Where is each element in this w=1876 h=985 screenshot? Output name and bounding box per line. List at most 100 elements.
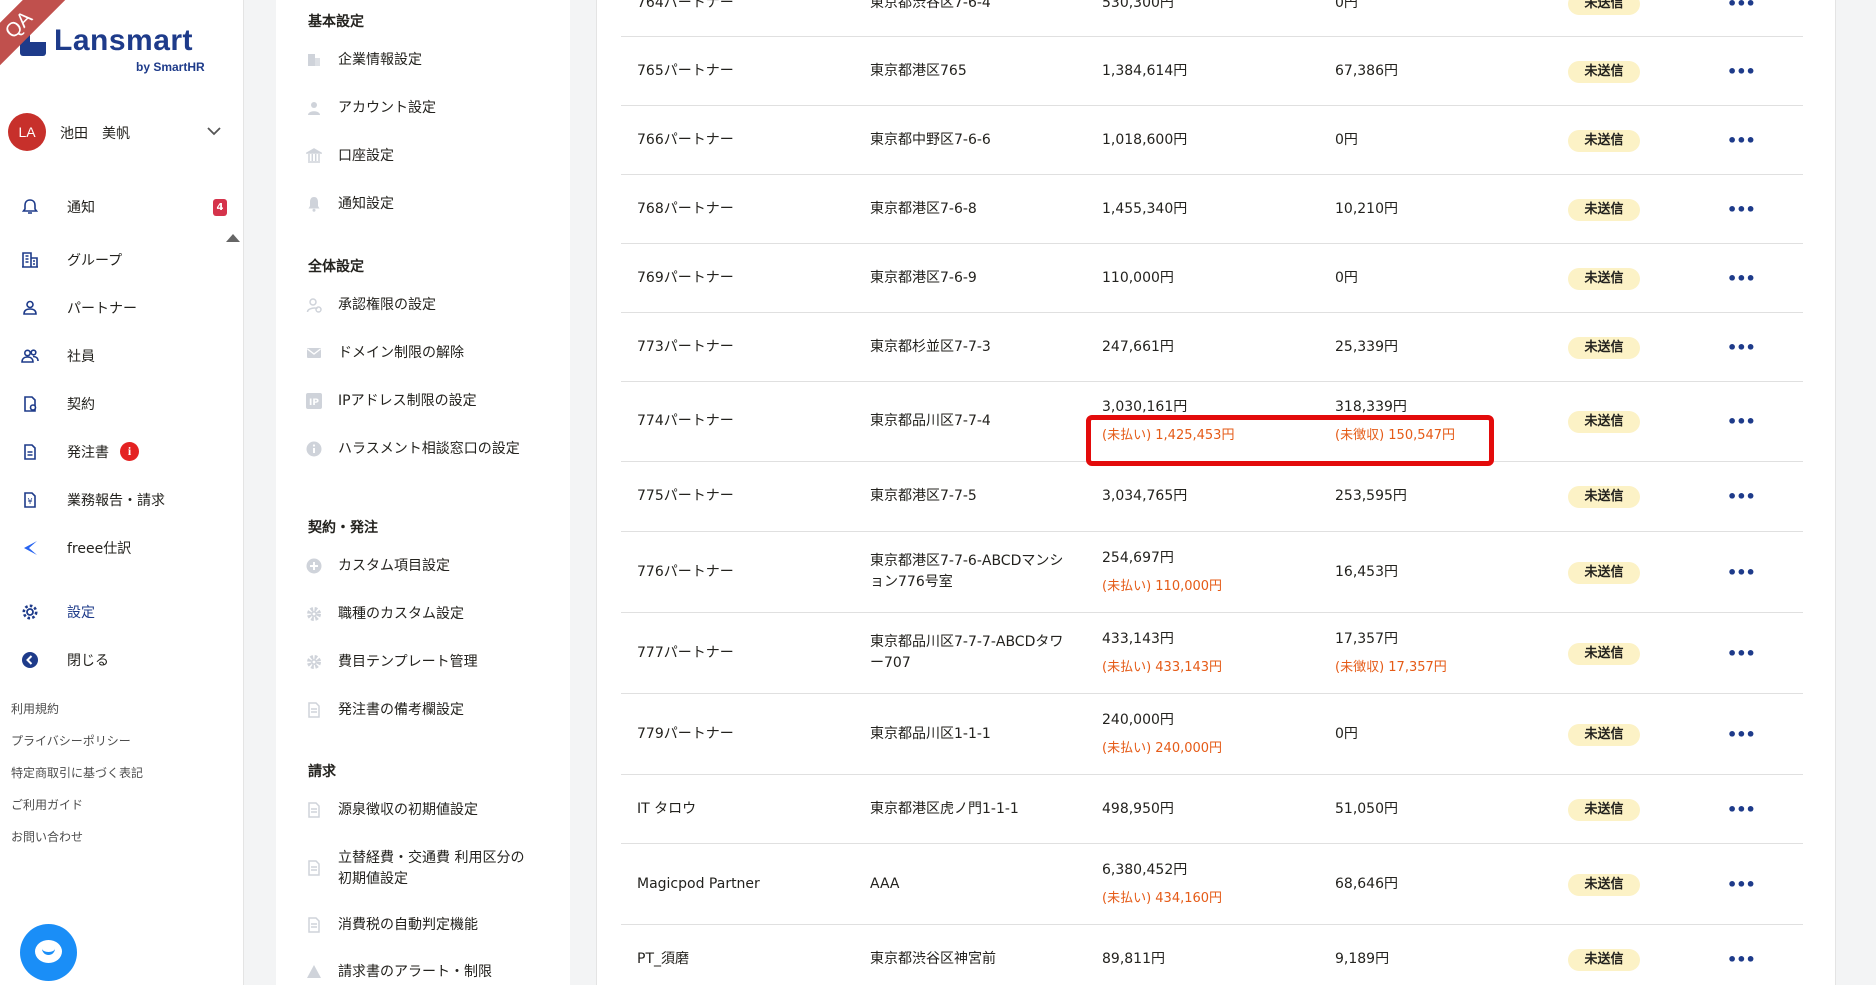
link-commerce-law[interactable]: 特定商取引に基づく表記	[11, 764, 143, 796]
people-icon	[21, 349, 39, 363]
nav-item-partners[interactable]: パートナー	[0, 288, 244, 328]
nav-item-freee[interactable]: freee仕訳	[0, 528, 244, 568]
table-row[interactable]: 764パートナー 東京都渋谷区7-6-4 530,300円 0円 未送信 •••	[621, 0, 1803, 37]
partner-name: Magicpod Partner	[637, 876, 760, 892]
table-row[interactable]: 776パートナー 東京都港区7-7-6-ABCDマンション776号室 254,697…	[621, 532, 1803, 613]
nav-item-settings[interactable]: 設定	[0, 592, 244, 632]
section-title-billing: 請求	[308, 764, 336, 780]
nav-item-contracts[interactable]: 契約	[0, 384, 244, 424]
more-options-icon[interactable]: •••	[1727, 489, 1756, 512]
more-options-icon[interactable]: •••	[1727, 133, 1756, 156]
link-contact[interactable]: お問い合わせ	[11, 828, 143, 860]
section-title-basic: 基本設定	[308, 14, 364, 30]
nav-item-employees[interactable]: 社員	[0, 336, 244, 376]
mail-icon	[307, 348, 321, 358]
more-options-icon[interactable]: •••	[1727, 340, 1756, 363]
more-options-icon[interactable]: •••	[1727, 202, 1756, 225]
payment-amount: 433,143円	[1102, 631, 1174, 647]
partner-name: PT_須磨	[637, 951, 689, 967]
more-options-icon[interactable]: •••	[1727, 414, 1756, 437]
table-row[interactable]: Magicpod Partner AAA 6,380,452円 (未払い) 434,1…	[621, 844, 1803, 925]
link-privacy[interactable]: プライバシーポリシー	[11, 732, 143, 764]
chat-support-button[interactable]	[20, 924, 77, 981]
alert-badge: i	[120, 442, 139, 461]
user-menu[interactable]: LA 池田 美帆	[8, 113, 228, 153]
status-badge: 未送信	[1568, 724, 1640, 746]
more-options-icon[interactable]: •••	[1727, 565, 1756, 588]
more-options-icon[interactable]: •••	[1727, 802, 1756, 825]
nav-label: 通知	[67, 200, 95, 216]
table-row[interactable]: 775パートナー 東京都港区7-7-5 3,034,765円 253,595円 未送信 •…	[621, 462, 1803, 532]
withholding-amount: 68,646円	[1335, 876, 1398, 892]
partner-address: 東京都港区765	[870, 63, 967, 79]
table-row[interactable]: 766パートナー 東京都中野区7-6-6 1,018,600円 0円 未送信 •••	[621, 106, 1803, 175]
building-icon	[22, 252, 38, 268]
table-row[interactable]: PT_須磨 東京都渋谷区神宮前 89,811円 9,189円 未送信 •••	[621, 925, 1803, 985]
more-options-icon[interactable]: •••	[1727, 646, 1756, 669]
status-badge: 未送信	[1568, 411, 1640, 433]
unpaid-amount: (未払い) 433,143円	[1102, 660, 1223, 675]
partner-name: 774パートナー	[637, 413, 734, 429]
partner-name: 764パートナー	[637, 0, 734, 11]
unpaid-amount: (未払い) 110,000円	[1102, 579, 1223, 594]
partner-name: IT タロウ	[637, 801, 697, 817]
table-row[interactable]: 765パートナー 東京都港区765 1,384,614円 67,386円 未送信 •••	[621, 37, 1803, 106]
settings-menu: 基本設定 企業情報設定 アカウント設定 口座設定 通知設定 全体設定 承認権限の…	[276, 0, 834, 985]
chevron-down-icon[interactable]	[204, 121, 224, 141]
more-options-icon[interactable]: •••	[1727, 952, 1756, 975]
more-options-icon[interactable]: •••	[1727, 0, 1756, 19]
alert-icon	[307, 965, 321, 978]
nav-label: 発注書	[67, 445, 109, 461]
nav-item-notifications[interactable]: 通知 4	[0, 187, 244, 227]
nav-item-groups[interactable]: グループ	[0, 240, 244, 280]
nav-item-purchase-orders[interactable]: 発注書 i	[0, 432, 244, 472]
partner-name: 777パートナー	[637, 645, 734, 661]
nav-label: freee仕訳	[67, 541, 132, 557]
status-badge: 未送信	[1568, 486, 1640, 508]
brand-sub: by SmartHR	[136, 60, 205, 74]
payment-amount: 110,000円	[1102, 270, 1174, 286]
table-row[interactable]: 777パートナー 東京都品川区7-7-7-ABCDタワー707 433,143円 (未…	[621, 613, 1803, 694]
document-icon	[308, 802, 320, 818]
status-badge: 未送信	[1568, 268, 1640, 290]
user-name: 池田 美帆	[60, 126, 130, 142]
withholding-amount: 25,339円	[1335, 339, 1398, 355]
contract-document-icon	[24, 396, 37, 412]
table-row[interactable]: 769パートナー 東京都港区7-6-9 110,000円 0円 未送信 •••	[621, 244, 1803, 313]
nav-label: 閉じる	[67, 653, 109, 669]
partner-address: 東京都渋谷区神宮前	[870, 951, 996, 967]
status-badge: 未送信	[1568, 130, 1640, 152]
nav-item-reports-invoices[interactable]: ¥ 業務報告・請求	[0, 480, 244, 520]
link-terms[interactable]: 利用規約	[11, 700, 143, 732]
approval-person-icon	[306, 298, 322, 313]
more-options-icon[interactable]: •••	[1727, 727, 1756, 750]
partner-name: 768パートナー	[637, 201, 734, 217]
partner-address: 東京都港区虎ノ門1-1-1	[870, 801, 1019, 817]
nav-label: 設定	[67, 605, 95, 621]
freee-icon	[24, 541, 37, 555]
more-options-icon[interactable]: •••	[1727, 271, 1756, 294]
payment-amount: 1,018,600円	[1102, 132, 1188, 148]
withholding-amount: 0円	[1335, 726, 1358, 742]
status-badge: 未送信	[1568, 643, 1640, 665]
table-row[interactable]: 768パートナー 東京都港区7-6-8 1,455,340円 10,210円 未送信 ••…	[621, 175, 1803, 244]
link-guide[interactable]: ご利用ガイド	[11, 796, 143, 828]
more-options-icon[interactable]: •••	[1727, 64, 1756, 87]
payment-amount: 89,811円	[1102, 951, 1165, 967]
section-title-global: 全体設定	[308, 259, 364, 275]
unpaid-amount: (未払い) 434,160円	[1102, 891, 1223, 906]
status-badge: 未送信	[1568, 61, 1640, 83]
avatar: LA	[8, 113, 46, 151]
withholding-amount: 16,453円	[1335, 564, 1398, 580]
nav-label: 契約	[67, 397, 95, 413]
table-row[interactable]: IT タロウ 東京都港区虎ノ門1-1-1 498,950円 51,050円 未送信 •••	[621, 775, 1803, 844]
partner-name: 776パートナー	[637, 564, 734, 580]
nav-item-close[interactable]: 閉じる	[0, 640, 244, 680]
payment-amount: 1,455,340円	[1102, 201, 1188, 217]
more-options-icon[interactable]: •••	[1727, 877, 1756, 900]
table-row[interactable]: 779パートナー 東京都品川区1-1-1 240,000円 (未払い) 240,000…	[621, 694, 1803, 775]
withholding-amount: 253,595円	[1335, 488, 1407, 504]
payment-amount: 498,950円	[1102, 801, 1174, 817]
table-row[interactable]: 773パートナー 東京都杉並区7-7-3 247,661円 25,339円 未送信 •••	[621, 313, 1803, 382]
partner-address: 東京都港区7-6-9	[870, 270, 977, 286]
